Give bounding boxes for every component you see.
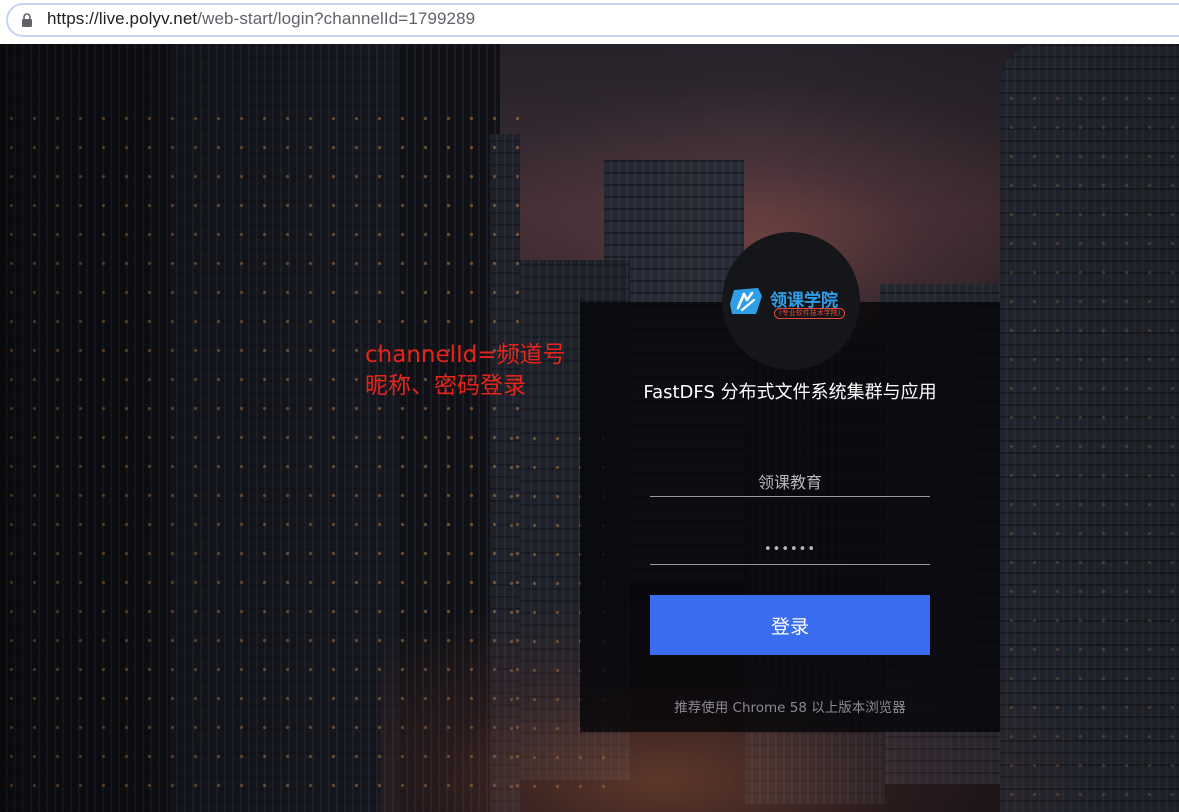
url-path: /web-start/login?channelId=1799289 <box>197 9 476 28</box>
url-text[interactable]: https://live.polyv.net/web-start/login?c… <box>47 9 475 29</box>
nickname-field[interactable] <box>650 466 930 497</box>
lock-icon[interactable] <box>21 13 33 27</box>
password-field[interactable] <box>650 534 930 565</box>
course-title: FastDFS 分布式文件系统集群与应用 <box>643 382 937 403</box>
logo-tagline: (专业软件技术学院) <box>774 308 846 319</box>
browser-recommendation: 推荐使用 Chrome 58 以上版本浏览器 <box>674 700 906 716</box>
url-domain: live.polyv.net <box>98 9 198 28</box>
logo-mark-icon <box>730 288 762 314</box>
logo: 领课学院 (专业软件技术学院) <box>728 282 854 322</box>
url-scheme: https:// <box>47 9 99 28</box>
nickname-input[interactable] <box>650 466 930 496</box>
annotation-note: channelId=频道号 昵称、密码登录 <box>365 340 566 402</box>
password-input[interactable] <box>650 534 930 564</box>
browser-address-bar: https://live.polyv.net/web-start/login?c… <box>0 0 1179 44</box>
annotation-line-1: channelId=频道号 <box>365 342 566 368</box>
login-button[interactable]: 登录 <box>650 595 930 655</box>
annotation-line-2: 昵称、密码登录 <box>365 373 526 399</box>
